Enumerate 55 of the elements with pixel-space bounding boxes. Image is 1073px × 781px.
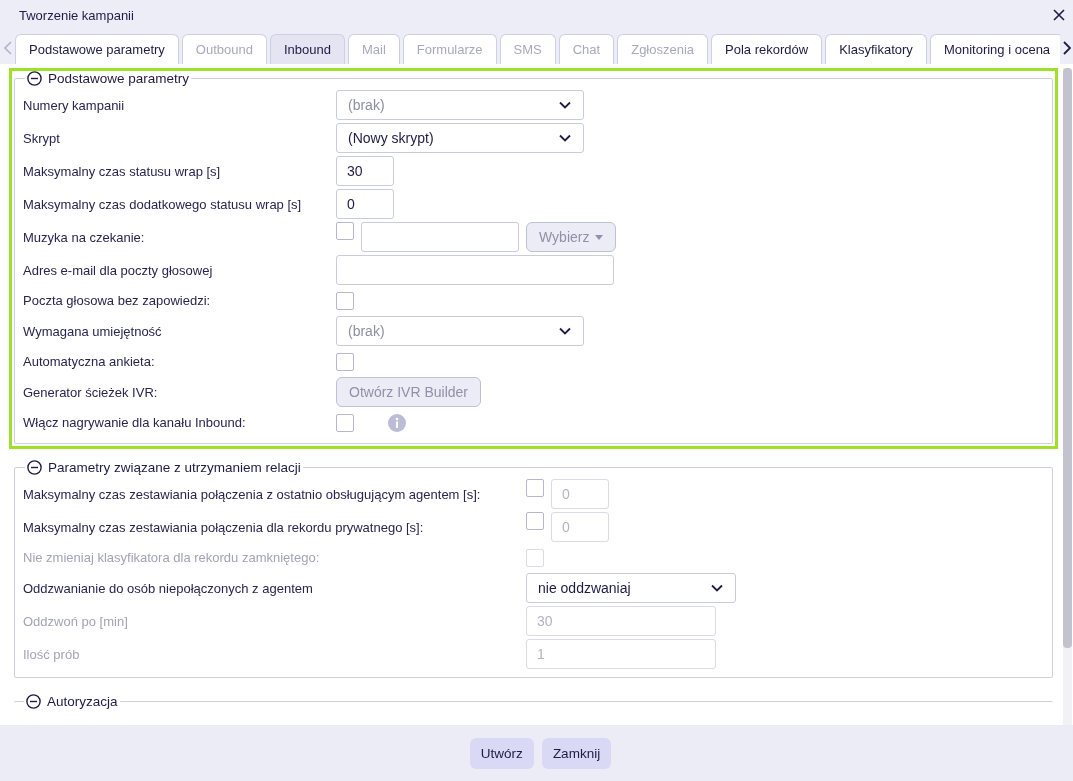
tab[interactable]: Klasyfikatory [825, 34, 927, 64]
select-field[interactable]: (brak) [336, 90, 584, 120]
input-field[interactable] [336, 255, 614, 285]
caret-icon [595, 234, 604, 240]
field-label: Wymagana umiejętność [23, 323, 163, 339]
checkbox[interactable] [336, 413, 354, 432]
chevron-down-icon [711, 584, 723, 592]
field-label: Generator ścieżek IVR: [23, 384, 159, 400]
field-label: Muzyka na czekanie: [23, 229, 146, 245]
select-field[interactable]: (Nowy skrypt) [336, 123, 584, 153]
field-label: Adres e-mail dla poczty głosowej [23, 262, 214, 278]
section-title: Podstawowe parametry [48, 71, 190, 86]
tab[interactable]: Monitoring i ocena [929, 34, 1060, 64]
field-label: Maksymalny czas dodatkowego statusu wrap [s] [23, 196, 303, 212]
field-label: Ilość prób [23, 646, 81, 662]
field-label: Maksymalny czas statusu wrap [s] [23, 163, 222, 179]
field-label: Oddzwanianie do osób niepołączonych z agentem [23, 580, 314, 596]
field-label: Włącz nagrywanie dla kanału Inbound: [23, 415, 247, 430]
tab[interactable]: Inbound [269, 34, 345, 64]
chevron-left-icon[interactable] [4, 41, 12, 55]
chevron-down-icon [559, 101, 571, 109]
chevron-right-icon[interactable] [1063, 41, 1071, 55]
select-field[interactable]: (brak) [336, 316, 584, 346]
tab[interactable]: Podstawowe parametry [15, 34, 179, 64]
scrollbar-thumb[interactable] [1063, 68, 1072, 648]
info-icon[interactable] [388, 413, 406, 432]
input-field[interactable]: 0 [336, 189, 394, 219]
tab[interactable]: Pola rekordów [711, 34, 823, 64]
field-label: Maksymalny czas zestawiania połączenia dla rekordu prywatnego [s]: [23, 519, 425, 535]
field-label: Oddzwoń po [min] [23, 613, 129, 629]
checkbox[interactable] [526, 479, 544, 497]
collapse-icon[interactable] [27, 460, 42, 475]
checkbox[interactable] [336, 222, 354, 240]
checkbox[interactable] [526, 512, 544, 530]
section-title: Autoryzacja [47, 694, 118, 709]
select-field[interactable]: nie oddzwaniaj [526, 573, 736, 603]
field-label: Maksymalny czas zestawiania połączenia z ostatnio obsługującym agentem [s]: [23, 486, 482, 502]
field-label: Skrypt [23, 130, 61, 146]
chevron-down-icon [559, 134, 571, 142]
section-title: Parametry związane z utrzymaniem relacji [48, 460, 301, 475]
input-field[interactable]: 30 [336, 156, 394, 186]
button[interactable]: Zamknij [541, 737, 612, 769]
collapse-icon[interactable] [26, 694, 41, 709]
field-label: Automatyczna ankieta: [23, 354, 156, 369]
chevron-down-icon [559, 327, 571, 335]
checkbox[interactable] [336, 291, 354, 310]
close-icon[interactable] [1053, 9, 1065, 21]
field-label: Nie zmieniaj klasyfikatora dla rekordu zamkniętego: [23, 550, 321, 565]
checkbox[interactable] [336, 352, 354, 371]
window-title: Tworzenie kampanii [19, 7, 134, 23]
field-label: Poczta głosowa bez zapowiedzi: [23, 293, 212, 308]
field-label: Numery kampanii [23, 97, 126, 113]
input-field[interactable] [361, 222, 519, 252]
button[interactable]: Utwórz [469, 737, 534, 769]
collapse-icon[interactable] [27, 71, 42, 86]
